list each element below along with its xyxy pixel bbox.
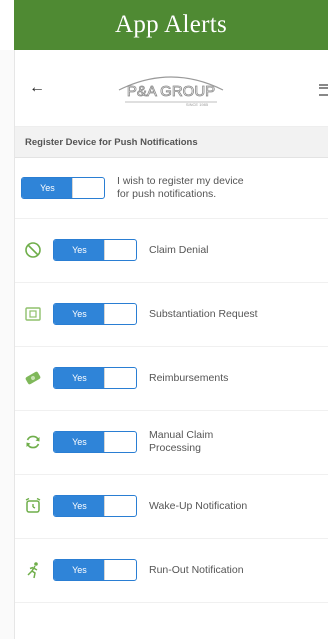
banner-title: App Alerts <box>114 11 228 38</box>
toggle-on-label: Yes <box>54 432 105 452</box>
run-out-notification-toggle[interactable]: Yes <box>53 559 137 581</box>
ban-icon <box>23 240 43 260</box>
reimbursements-toggle[interactable]: Yes <box>53 367 137 389</box>
arrow-left-icon[interactable]: ← <box>27 78 47 98</box>
register-text: I wish to register my device for push no… <box>117 175 244 201</box>
toggle-on-label: Yes <box>54 240 105 260</box>
register-text-line2: for push notifications. <box>117 188 217 200</box>
toggle-knob <box>103 432 136 452</box>
substantiation-request-toggle[interactable]: Yes <box>53 303 137 325</box>
alert-row-wake-up-notification: Yes Wake-Up Notification <box>15 474 328 539</box>
document-icon <box>23 304 43 324</box>
money-icon <box>23 368 43 388</box>
alert-label: Reimbursements <box>149 371 229 384</box>
logo-text: P&A GROUP <box>127 83 215 100</box>
alert-label-line2: Processing <box>149 442 201 454</box>
register-text-line1: I wish to register my device <box>117 175 244 187</box>
alert-label: Claim Denial <box>149 243 209 256</box>
page-banner: App Alerts <box>0 0 328 50</box>
pa-group-logo: P&A GROUP SINCE 1985 <box>118 76 224 107</box>
toggle-knob <box>71 178 104 198</box>
wake-up-notification-toggle[interactable]: Yes <box>53 495 137 517</box>
toggle-on-label: Yes <box>22 178 73 198</box>
toggle-knob <box>103 304 136 324</box>
toggle-knob <box>103 496 136 516</box>
section-header: Register Device for Push Notifications <box>15 127 328 158</box>
alert-row-claim-denial: Yes Claim Denial <box>15 218 328 283</box>
refresh-icon <box>23 432 43 452</box>
alert-label: Substantiation Request <box>149 307 258 320</box>
alert-label-line1: Manual Claim <box>149 429 214 441</box>
app-frame: App Alerts ← P&A GROUP SINCE 1985 Regist… <box>0 0 328 639</box>
claim-denial-toggle[interactable]: Yes <box>53 239 137 261</box>
alert-row-manual-claim-processing: Yes Manual Claim Processing <box>15 410 328 475</box>
alert-label: Manual Claim Processing <box>149 429 213 455</box>
section-title: Register Device for Push Notifications <box>25 136 198 148</box>
toggle-knob <box>103 368 136 388</box>
phone-screen: ← P&A GROUP SINCE 1985 Register Device f… <box>14 50 328 639</box>
manual-claim-processing-toggle[interactable]: Yes <box>53 431 137 453</box>
register-toggle[interactable]: Yes <box>21 177 105 199</box>
toggle-knob <box>103 240 136 260</box>
app-header: ← P&A GROUP SINCE 1985 <box>15 50 328 127</box>
toggle-on-label: Yes <box>54 560 105 580</box>
alarm-clock-icon <box>23 496 43 516</box>
alert-label: Run-Out Notification <box>149 563 244 576</box>
toggle-on-label: Yes <box>54 368 105 388</box>
hamburger-menu-icon[interactable] <box>319 84 328 96</box>
runner-icon <box>23 560 43 580</box>
alert-label: Wake-Up Notification <box>149 499 248 512</box>
toggle-on-label: Yes <box>54 496 105 516</box>
alert-row-reimbursements: Yes Reimbursements <box>15 346 328 411</box>
alert-row-substantiation-request: Yes Substantiation Request <box>15 282 328 347</box>
toggle-knob <box>103 560 136 580</box>
logo-subtext: SINCE 1985 <box>186 102 209 107</box>
toggle-on-label: Yes <box>54 304 105 324</box>
register-device-row: Yes I wish to register my device for pus… <box>15 158 328 219</box>
alert-row-run-out-notification: Yes Run-Out Notification <box>15 538 328 603</box>
